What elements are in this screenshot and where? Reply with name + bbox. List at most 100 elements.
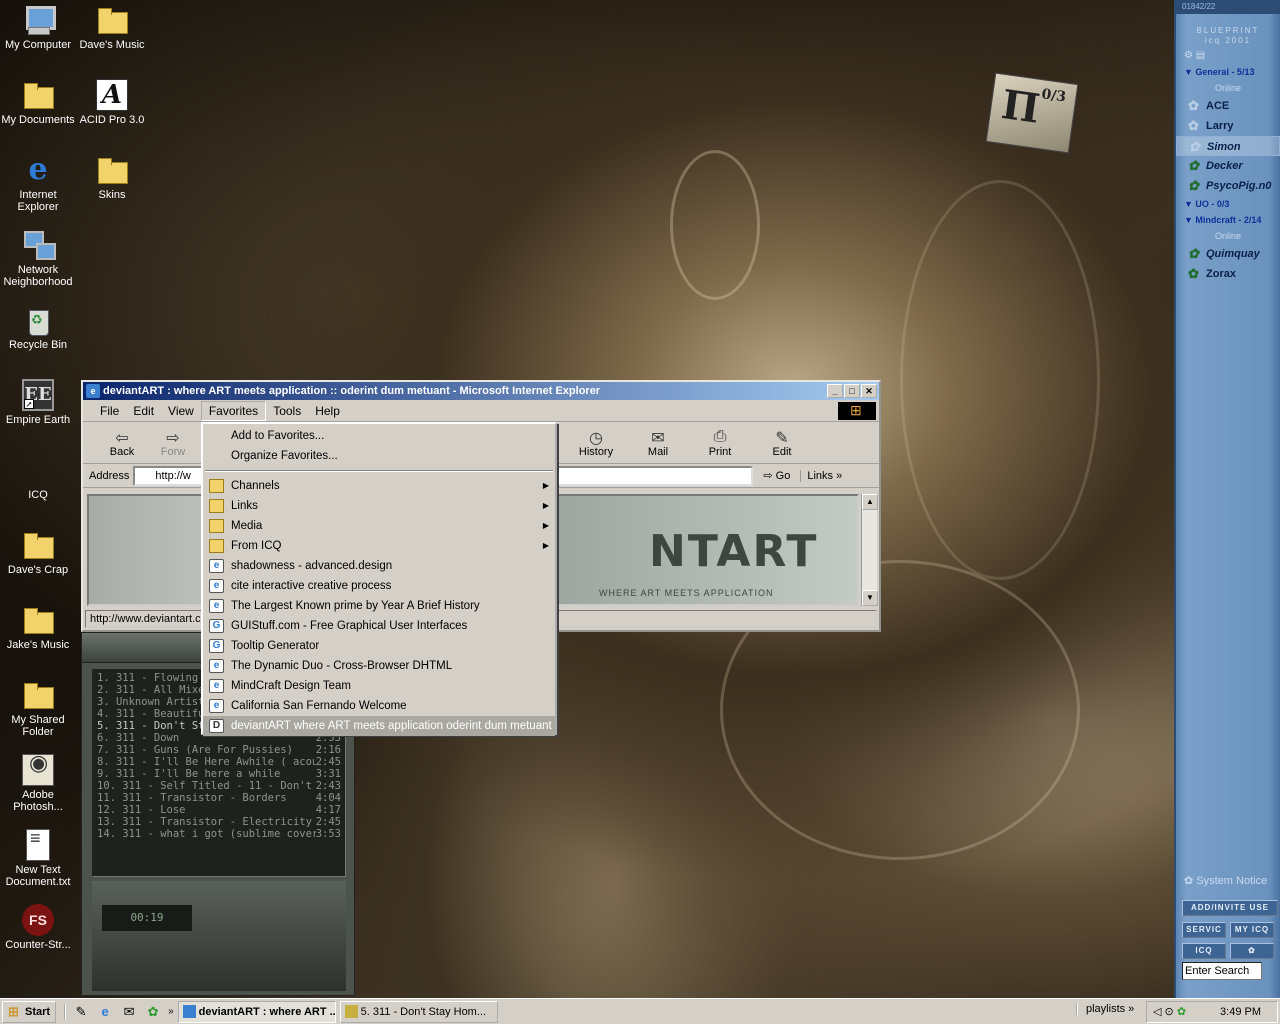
scroll-down-icon[interactable]: ▼	[862, 590, 878, 606]
history-button[interactable]: ◷ History	[565, 428, 627, 458]
desktop-icon-skins[interactable]: Skins	[75, 154, 149, 201]
forward-button[interactable]: ⇨ Forw	[153, 428, 193, 458]
icq-contact[interactable]: ✿ Zorax	[1176, 264, 1280, 284]
edit-pad-icon[interactable]: ✎	[72, 1004, 90, 1020]
maximize-button[interactable]: □	[844, 384, 860, 398]
desktop-icon-network-neighborhood[interactable]: Network Neighborhood	[1, 229, 75, 288]
menu-favorites[interactable]: Favorites	[200, 400, 267, 421]
playlist-row[interactable]: 10. 311 - Self Titled - 11 - Don't St...…	[97, 780, 341, 792]
icq-contact[interactable]: ✿ Decker	[1176, 156, 1280, 176]
chevron-right-icon[interactable]: »	[168, 1006, 174, 1017]
organize-favorites-item[interactable]: Organize Favorites...	[203, 446, 555, 466]
favorites-link[interactable]: e cite interactive creative process	[203, 576, 555, 596]
start-button[interactable]: Start	[2, 1000, 57, 1023]
favorites-folder-channels[interactable]: Channels ▶	[203, 476, 555, 496]
desktop-icon-recycle-bin[interactable]: Recycle Bin	[1, 304, 75, 351]
icq-flower-icon: ✿	[1248, 946, 1256, 955]
desktop-icon-acid-pro[interactable]: A ACID Pro 3.0	[75, 79, 149, 126]
favorites-link[interactable]: e California San Fernando Welcome	[203, 696, 555, 716]
search-input[interactable]: Enter Search	[1182, 962, 1262, 980]
playlist-row[interactable]: 11. 311 - Transistor - Borders 4:04	[97, 792, 341, 804]
status-button[interactable]: ✿	[1230, 943, 1274, 959]
desktop-icon-my-documents[interactable]: My Documents	[1, 79, 75, 126]
favorites-folder-links[interactable]: Links ▶	[203, 496, 555, 516]
menu-edit[interactable]: Edit	[126, 402, 161, 420]
icq-contact[interactable]: ✿ ACE	[1176, 96, 1280, 116]
icq-group-general[interactable]: ▼ General - 5/13	[1176, 64, 1280, 80]
icq-tray-icon[interactable]: ✿	[1177, 1006, 1186, 1018]
desktop-icon-daves-crap[interactable]: Dave's Crap	[1, 529, 75, 576]
outlook-icon[interactable]: ✉	[120, 1004, 138, 1020]
menu-tools[interactable]: Tools	[266, 402, 308, 420]
close-button[interactable]: ✕	[861, 384, 877, 398]
favorites-link[interactable]: e shadowness - advanced.design	[203, 556, 555, 576]
icq-group-mindcraft[interactable]: ▼ Mindcraft - 2/14	[1176, 212, 1280, 228]
add-to-favorites-item[interactable]: Add to Favorites...	[203, 426, 555, 446]
icq-online-separator: Online	[1214, 83, 1241, 93]
my-icq-button[interactable]: MY ICQ	[1230, 922, 1274, 938]
favorites-link[interactable]: e MindCraft Design Team	[203, 676, 555, 696]
ie-titlebar[interactable]: e deviantART : where ART meets applicati…	[83, 382, 879, 400]
mail-button[interactable]: ✉ Mail	[627, 428, 689, 458]
favorites-link[interactable]: e The Dynamic Duo - Cross-Browser DHTML	[203, 656, 555, 676]
address-label: Address	[89, 469, 130, 482]
icq-group-uo[interactable]: ▼ UO - 0/3	[1176, 196, 1280, 212]
icq-contact[interactable]: ✿ PsycoPig.n0	[1176, 176, 1280, 196]
gear-icon[interactable]: ⚙	[1184, 50, 1193, 61]
icq-contact-selected[interactable]: ✿ Simon	[1176, 136, 1280, 156]
icq-menu-button[interactable]: ICQ	[1182, 943, 1226, 959]
menu-view[interactable]: View	[161, 402, 201, 420]
desktop-icon-jakes-music[interactable]: Jake's Music	[1, 604, 75, 651]
desktop-icon-empire-earth[interactable]: EE ↗ Empire Earth	[1, 379, 75, 426]
desktop-icon-new-text-document[interactable]: New Text Document.txt	[1, 829, 75, 888]
scroll-up-icon[interactable]: ▲	[862, 494, 878, 510]
back-button[interactable]: ⇦ Back	[91, 428, 153, 458]
playlist-row[interactable]: 9. 311 - I'll Be here a while 3:31	[97, 768, 341, 780]
icq-contact[interactable]: ✿ Quimquay	[1176, 244, 1280, 264]
clock[interactable]: 3:49 PM	[1220, 1002, 1261, 1022]
links-button[interactable]: Links »	[800, 469, 848, 482]
favorites-link[interactable]: e The Largest Known prime by Year A Brief…	[203, 596, 555, 616]
icq-contact[interactable]: ✿ Larry	[1176, 116, 1280, 136]
playlist-row[interactable]: 13. 311 - Transistor - Electricity 2:45	[97, 816, 341, 828]
playlist-row[interactable]: 8. 311 - I'll Be Here Awhile ( acou... 2:…	[97, 756, 341, 768]
time-display: 00:19	[102, 905, 192, 931]
vertical-scrollbar[interactable]: ▲ ▼	[861, 494, 878, 606]
icq-icon[interactable]: ✿	[144, 1004, 162, 1020]
services-button[interactable]: SERVIC	[1182, 922, 1226, 938]
add-invite-users-button[interactable]: ADD/INVITE USE	[1182, 900, 1278, 916]
desktop-icon-icq[interactable]: ✿ICQ	[1, 454, 1228, 501]
mouse-icon[interactable]: ⊙	[1165, 1006, 1174, 1018]
desktop-icon-adobe-photoshop[interactable]: Adobe Photosh...	[1, 754, 75, 813]
desktop-icon-counter-strike[interactable]: FS Counter-Str...	[1, 904, 75, 951]
favorites-link-highlighted[interactable]: DdeviantART where ART meets application …	[203, 716, 555, 736]
minimize-button[interactable]: _	[827, 384, 843, 398]
notes-icon[interactable]: ▤	[1196, 50, 1205, 61]
ie-page-icon: e	[209, 659, 224, 673]
system-notice[interactable]: ✿ System Notice	[1184, 874, 1267, 887]
desktop-icon-internet-explorer[interactable]: e Internet Explorer	[1, 154, 75, 214]
playlists-toolbar[interactable]: playlists »	[1076, 1003, 1134, 1015]
desktop-icon-daves-music[interactable]: Dave's Music	[75, 4, 149, 51]
favorites-folder-from-icq[interactable]: From ICQ ▶	[203, 536, 555, 556]
desktop-icon-my-shared-folder[interactable]: My Shared Folder	[1, 679, 75, 738]
folder-icon	[96, 154, 128, 186]
edit-button[interactable]: ✎ Edit	[751, 428, 813, 458]
task-winamp[interactable]: 5. 311 - Don't Stay Hom...	[339, 1000, 498, 1023]
playlist-row[interactable]: 7. 311 - Guns (Are For Pussies) 2:16	[97, 744, 341, 756]
task-deviantart[interactable]: deviantART : where ART ...	[177, 1000, 336, 1023]
print-button[interactable]: ⎙ Print	[689, 428, 751, 458]
player-controls[interactable]	[92, 881, 346, 991]
playlist-row[interactable]: 14. 311 - what i got (sublime cover) 3:53	[97, 828, 341, 840]
go-button[interactable]: ⇨ Go	[757, 469, 796, 482]
volume-icon[interactable]: ◁	[1153, 1006, 1161, 1018]
favorites-link[interactable]: G GUIStuff.com - Free Graphical User Inte…	[203, 616, 555, 636]
favorites-folder-media[interactable]: Media ▶	[203, 516, 555, 536]
folder-icon	[22, 679, 54, 711]
menu-help[interactable]: Help	[308, 402, 347, 420]
menu-file[interactable]: File	[93, 402, 126, 420]
ie-icon[interactable]: e	[96, 1004, 114, 1020]
favorites-link[interactable]: G Tooltip Generator	[203, 636, 555, 656]
desktop-icon-my-computer[interactable]: My Computer	[1, 4, 75, 51]
playlist-row[interactable]: 12. 311 - Lose 4:17	[97, 804, 341, 816]
